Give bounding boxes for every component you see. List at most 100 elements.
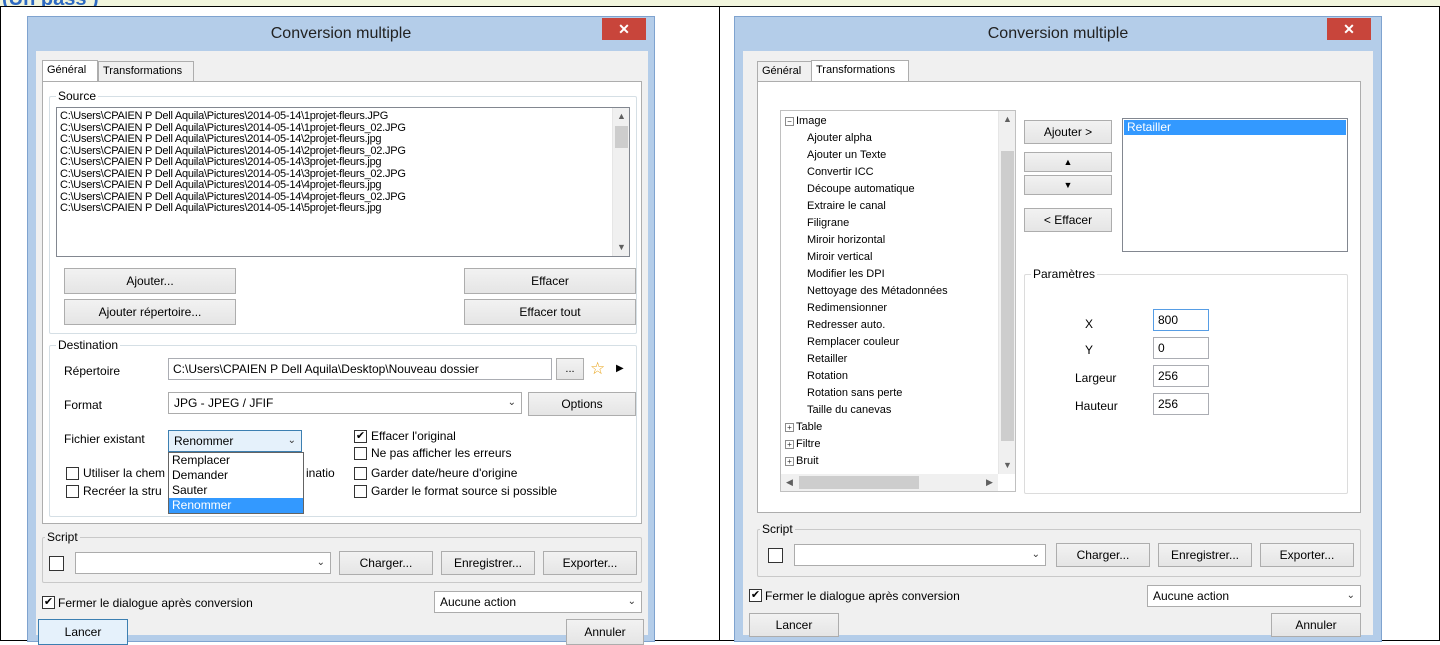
tree-node[interactable]: Redimensionner	[785, 300, 995, 317]
tree-node-image[interactable]: − Image	[785, 113, 995, 130]
tree-node-collapsed[interactable]: + Bruit	[785, 453, 995, 470]
tree-node[interactable]: Taille du canevas	[785, 402, 995, 419]
format-select[interactable]: JPG - JPEG / JFIF ⌄	[168, 392, 522, 414]
dropdown-option-skip[interactable]: Sauter	[169, 483, 303, 498]
close-after-checkbox[interactable]: ✔	[42, 596, 55, 609]
scroll-thumb[interactable]	[1001, 151, 1014, 441]
list-item[interactable]: C:\Users\CPAIEN P Dell Aquila\Pictures\2…	[57, 179, 629, 192]
scroll-up-icon[interactable]: ▲	[999, 111, 1015, 128]
tree-node[interactable]: Remplacer couleur	[785, 334, 995, 351]
expand-icon[interactable]: +	[785, 439, 794, 449]
scroll-down-icon[interactable]: ▼	[613, 239, 629, 256]
close-button[interactable]: ✕	[602, 18, 646, 40]
script-checkbox[interactable]	[49, 556, 64, 571]
tree-hscrollbar[interactable]: ◀ ▶	[781, 474, 998, 491]
height-input[interactable]: 256	[1153, 393, 1209, 415]
load-script-button[interactable]: Charger...	[1056, 543, 1150, 567]
selected-transforms-list[interactable]: Retailler	[1122, 118, 1348, 252]
dropdown-option-replace[interactable]: Remplacer	[169, 453, 303, 468]
width-input[interactable]: 256	[1153, 365, 1209, 387]
play-arrow-icon[interactable]: ▶	[616, 363, 624, 374]
after-action-select[interactable]: Aucune action ⌄	[434, 591, 642, 613]
scroll-down-icon[interactable]: ▼	[999, 457, 1015, 474]
tab-general[interactable]: Général	[42, 60, 98, 82]
source-list-scrollbar[interactable]: ▲ ▼	[612, 108, 629, 256]
scroll-right-icon[interactable]: ▶	[981, 474, 998, 491]
list-item[interactable]: Retailler	[1124, 120, 1346, 135]
clear-button[interactable]: Effacer	[464, 268, 636, 294]
add-transform-button[interactable]: Ajouter >	[1024, 120, 1112, 144]
script-select[interactable]: ⌄	[75, 552, 331, 574]
load-script-button[interactable]: Charger...	[339, 551, 433, 575]
after-action-select[interactable]: Aucune action ⌄	[1147, 585, 1361, 607]
scroll-up-icon[interactable]: ▲	[613, 108, 629, 125]
cancel-button[interactable]: Annuler	[566, 619, 644, 645]
delete-original-checkbox[interactable]: ✔	[354, 430, 367, 443]
export-script-button[interactable]: Exporter...	[543, 551, 637, 575]
collapse-icon[interactable]: −	[785, 116, 794, 126]
list-item[interactable]: C:\Users\CPAIEN P Dell Aquila\Pictures\2…	[57, 156, 629, 169]
tab-general[interactable]: Général	[757, 61, 813, 82]
tree-node[interactable]: Miroir vertical	[785, 249, 995, 266]
tree-node[interactable]: Rotation sans perte	[785, 385, 995, 402]
transform-tree[interactable]: − Image Ajouter alpha Ajouter un Texte Conv…	[780, 110, 1016, 492]
scroll-left-icon[interactable]: ◀	[781, 474, 798, 491]
tree-node[interactable]: Ajouter un Texte	[785, 147, 995, 164]
directory-input[interactable]: C:\Users\CPAIEN P Dell Aquila\Desktop\No…	[168, 358, 552, 380]
star-icon[interactable]: ☆	[590, 359, 605, 379]
keep-format-checkbox[interactable]	[354, 485, 367, 498]
tree-node-collapsed[interactable]: + Table	[785, 419, 995, 436]
tree-node[interactable]: Redresser auto.	[785, 317, 995, 334]
source-file-list[interactable]: C:\Users\CPAIEN P Dell Aquila\Pictures\2…	[56, 107, 630, 257]
tree-vscrollbar[interactable]: ▲ ▼	[998, 111, 1015, 474]
list-item[interactable]: C:\Users\CPAIEN P Dell Aquila\Pictures\2…	[57, 133, 629, 146]
dropdown-option-ask[interactable]: Demander	[169, 468, 303, 483]
existing-file-dropdown[interactable]: Remplacer Demander Sauter Renommer	[168, 452, 304, 514]
tree-node[interactable]: Convertir ICC	[785, 164, 995, 181]
tree-node[interactable]: Rotation	[785, 368, 995, 385]
expand-icon[interactable]: +	[785, 456, 794, 466]
h-scroll-thumb[interactable]	[799, 476, 919, 489]
move-up-button[interactable]: ▲	[1024, 152, 1112, 172]
y-input[interactable]: 0	[1153, 337, 1209, 359]
expand-icon[interactable]: +	[785, 422, 794, 432]
tree-node[interactable]: Miroir horizontal	[785, 232, 995, 249]
list-item[interactable]: C:\Users\CPAIEN P Dell Aquila\Pictures\2…	[57, 202, 629, 215]
export-script-button[interactable]: Exporter...	[1260, 543, 1354, 567]
clear-all-button[interactable]: Effacer tout	[464, 299, 636, 325]
tab-transformations[interactable]: Transformations	[98, 61, 194, 82]
use-path-checkbox[interactable]	[66, 467, 79, 480]
tree-node[interactable]: Filigrane	[785, 215, 995, 232]
tree-node[interactable]: Découpe automatique	[785, 181, 995, 198]
tree-node[interactable]: Retailler	[785, 351, 995, 368]
tree-node[interactable]: Ajouter alpha	[785, 130, 995, 147]
tree-node[interactable]: Nettoyage des Métadonnées	[785, 283, 995, 300]
run-button[interactable]: Lancer	[38, 619, 128, 645]
dropdown-option-rename[interactable]: Renommer	[169, 498, 303, 513]
scroll-thumb[interactable]	[615, 126, 628, 148]
x-input[interactable]: 800	[1153, 309, 1209, 331]
cancel-button[interactable]: Annuler	[1271, 613, 1361, 637]
save-script-button[interactable]: Enregistrer...	[441, 551, 535, 575]
tab-transformations[interactable]: Transformations	[811, 60, 909, 82]
move-down-button[interactable]: ▼	[1024, 175, 1112, 195]
close-after-checkbox[interactable]: ✔	[749, 589, 762, 602]
save-script-button[interactable]: Enregistrer...	[1158, 543, 1252, 567]
add-files-button[interactable]: Ajouter...	[64, 268, 236, 294]
tree-node[interactable]: Modifier les DPI	[785, 266, 995, 283]
tree-node[interactable]: Extraire le canal	[785, 198, 995, 215]
run-button[interactable]: Lancer	[749, 613, 839, 637]
script-select[interactable]: ⌄	[794, 544, 1046, 566]
keep-date-checkbox[interactable]	[354, 467, 367, 480]
existing-file-select[interactable]: Renommer ⌄	[168, 430, 302, 452]
remove-transform-button[interactable]: < Effacer	[1024, 208, 1112, 232]
no-errors-checkbox[interactable]	[354, 447, 367, 460]
script-checkbox[interactable]	[768, 548, 783, 563]
recreate-structure-checkbox[interactable]	[66, 485, 79, 498]
browse-button[interactable]: ...	[556, 358, 584, 380]
close-button[interactable]: ✕	[1327, 18, 1371, 40]
add-directory-button[interactable]: Ajouter répertoire...	[64, 299, 236, 325]
list-item[interactable]: C:\Users\CPAIEN P Dell Aquila\Pictures\2…	[57, 110, 629, 123]
tree-node-collapsed[interactable]: + Filtre	[785, 436, 995, 453]
options-button[interactable]: Options	[528, 392, 636, 416]
